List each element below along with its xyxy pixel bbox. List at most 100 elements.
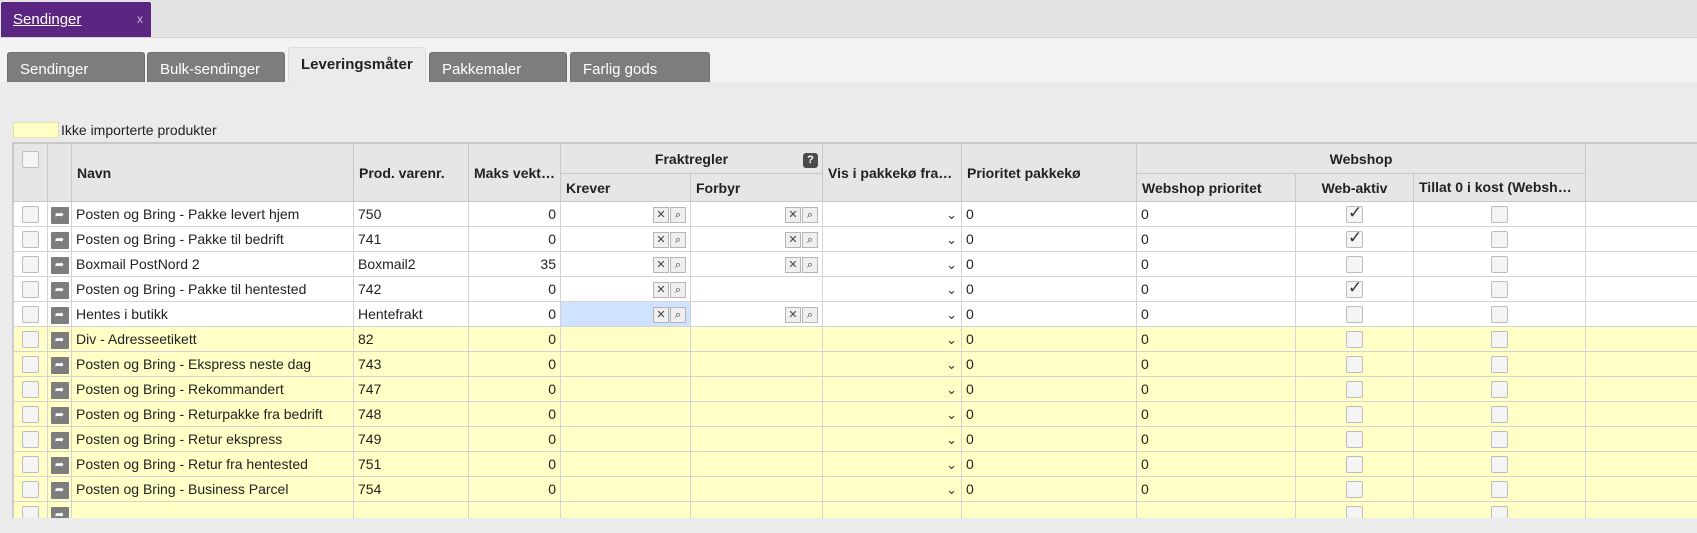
cell-prod-varenr[interactable]: 747 <box>353 376 469 402</box>
cell-navn[interactable]: Posten og Bring - Pakke til bedrift <box>71 226 354 252</box>
tab-bulk-sendinger[interactable]: Bulk-sendinger <box>147 52 285 82</box>
table-row[interactable]: ➦ <box>13 501 1697 518</box>
cell-prioritet-pakkeko[interactable]: 0 <box>961 276 1137 302</box>
cell-webshop-prioritet[interactable]: 0 <box>1136 476 1296 502</box>
cell-prioritet-pakkeko[interactable] <box>961 501 1137 518</box>
row-checkbox[interactable] <box>22 505 39 518</box>
cell-prioritet-pakkeko[interactable]: 0 <box>961 226 1137 252</box>
row-checkbox[interactable] <box>22 430 39 448</box>
cell-krever[interactable] <box>560 426 691 452</box>
table-row[interactable]: ➦ Posten og Bring - Returpakke fra bedrif… <box>13 401 1697 427</box>
clear-icon[interactable]: ✕ <box>785 307 801 324</box>
cell-forbyr[interactable]: ✕ ⌕ <box>690 201 823 227</box>
cell-prioritet-pakkeko[interactable]: 0 <box>961 251 1137 277</box>
cell-vis-i-pakkeko[interactable]: ⌄ <box>822 301 962 327</box>
search-icon[interactable]: ⌕ <box>670 282 686 299</box>
row-checkbox[interactable] <box>22 305 39 323</box>
chevron-down-icon[interactable]: ⌄ <box>946 207 957 223</box>
web-aktiv-checkbox[interactable] <box>1346 480 1363 498</box>
row-action-icon[interactable]: ➦ <box>50 231 69 249</box>
cell-navn[interactable]: Posten og Bring - Pakke levert hjem <box>71 201 354 227</box>
cell-prioritet-pakkeko[interactable]: 0 <box>961 376 1137 402</box>
col-forbyr[interactable]: Forbyr <box>690 173 823 202</box>
cell-navn[interactable]: Div - Adresseetikett <box>71 326 354 352</box>
clear-icon[interactable]: ✕ <box>653 232 669 249</box>
row-action-icon[interactable]: ➦ <box>50 331 69 349</box>
col-prioritet-pakkeko[interactable]: Prioritet pakkekø <box>961 143 1137 202</box>
cell-forbyr[interactable] <box>690 276 823 302</box>
web-aktiv-checkbox[interactable] <box>1346 330 1363 348</box>
cell-prioritet-pakkeko[interactable]: 0 <box>961 351 1137 377</box>
cell-webshop-prioritet[interactable]: 0 <box>1136 276 1296 302</box>
cell-navn[interactable]: Posten og Bring - Retur fra hentested <box>71 451 354 477</box>
row-action-icon[interactable]: ➦ <box>50 381 69 399</box>
row-checkbox[interactable] <box>22 480 39 498</box>
clear-icon[interactable]: ✕ <box>785 257 801 274</box>
clear-icon[interactable]: ✕ <box>653 257 669 274</box>
cell-vis-i-pakkeko[interactable] <box>822 501 962 518</box>
web-aktiv-checkbox[interactable] <box>1346 455 1363 473</box>
search-icon[interactable]: ⌕ <box>670 307 686 324</box>
cell-krever[interactable]: ✕ ⌕ <box>560 201 691 227</box>
table-row[interactable]: ➦ Posten og Bring - Pakke til hentested 74… <box>13 276 1697 302</box>
chevron-down-icon[interactable]: ⌄ <box>946 282 957 298</box>
cell-forbyr[interactable]: ✕ ⌕ <box>690 301 823 327</box>
search-icon[interactable]: ⌕ <box>670 207 686 224</box>
cell-navn[interactable]: Boxmail PostNord 2 <box>71 251 354 277</box>
table-row[interactable]: ➦ Posten og Bring - Business Parcel 754 0 ⌄ 0… <box>13 476 1697 502</box>
web-aktiv-checkbox[interactable] <box>1346 355 1363 373</box>
row-action-icon[interactable]: ➦ <box>50 406 69 424</box>
table-row[interactable]: ➦ Boxmail PostNord 2 Boxmail2 35 ✕ ⌕ ✕ ⌕ ⌄ 0 0 <box>13 251 1697 277</box>
cell-maks-vekt[interactable]: 0 <box>468 201 561 227</box>
close-icon[interactable]: x <box>137 12 143 26</box>
cell-maks-vekt[interactable]: 35 <box>468 251 561 277</box>
cell-vis-i-pakkeko[interactable]: ⌄ <box>822 476 962 502</box>
col-maks-vekt[interactable]: Maks vekt (… <box>468 143 561 202</box>
cell-prioritet-pakkeko[interactable]: 0 <box>961 201 1137 227</box>
row-action-icon[interactable]: ➦ <box>50 206 69 224</box>
tillat-0-checkbox[interactable] <box>1491 455 1508 473</box>
cell-webshop-prioritet[interactable]: 0 <box>1136 401 1296 427</box>
cell-navn[interactable]: Posten og Bring - Retur ekspress <box>71 426 354 452</box>
row-action-icon[interactable]: ➦ <box>50 356 69 374</box>
cell-prioritet-pakkeko[interactable]: 0 <box>961 451 1137 477</box>
cell-prod-varenr[interactable]: Hentefrakt <box>353 301 469 327</box>
cell-prod-varenr[interactable]: 741 <box>353 226 469 252</box>
cell-krever[interactable] <box>560 376 691 402</box>
tab-farlig-gods[interactable]: Farlig gods <box>570 52 710 82</box>
row-checkbox[interactable] <box>22 455 39 473</box>
chevron-down-icon[interactable]: ⌄ <box>946 257 957 273</box>
select-all-checkbox[interactable] <box>22 150 39 168</box>
table-row[interactable]: ➦ Hentes i butikk Hentefrakt 0 ✕ ⌕ ✕ ⌕ ⌄ 0 0 <box>13 301 1697 327</box>
web-aktiv-checkbox[interactable] <box>1346 380 1363 398</box>
cell-krever[interactable] <box>560 451 691 477</box>
cell-forbyr[interactable] <box>690 501 823 518</box>
tab-pakkemaler[interactable]: Pakkemaler <box>429 52 567 82</box>
cell-vis-i-pakkeko[interactable]: ⌄ <box>822 401 962 427</box>
cell-krever[interactable] <box>560 476 691 502</box>
web-aktiv-checkbox[interactable] <box>1346 203 1363 223</box>
col-webshop-prioritet[interactable]: Webshop prioritet <box>1136 173 1296 202</box>
cell-webshop-prioritet[interactable]: 0 <box>1136 351 1296 377</box>
web-aktiv-checkbox[interactable] <box>1346 405 1363 423</box>
cell-maks-vekt[interactable]: 0 <box>468 476 561 502</box>
web-aktiv-checkbox[interactable] <box>1346 255 1363 273</box>
table-row[interactable]: ➦ Posten og Bring - Ekspress neste dag 743… <box>13 351 1697 377</box>
tillat-0-checkbox[interactable] <box>1491 380 1508 398</box>
row-checkbox[interactable] <box>22 230 39 248</box>
cell-forbyr[interactable]: ✕ ⌕ <box>690 251 823 277</box>
col-prod-varenr[interactable]: Prod. varenr. <box>353 143 469 202</box>
chevron-down-icon[interactable]: ⌄ <box>946 382 957 398</box>
cell-prioritet-pakkeko[interactable]: 0 <box>961 426 1137 452</box>
cell-navn[interactable] <box>71 501 354 518</box>
cell-navn[interactable]: Posten og Bring - Ekspress neste dag <box>71 351 354 377</box>
cell-vis-i-pakkeko[interactable]: ⌄ <box>822 351 962 377</box>
web-aktiv-checkbox[interactable] <box>1346 505 1363 518</box>
cell-prod-varenr[interactable]: Boxmail2 <box>353 251 469 277</box>
cell-vis-i-pakkeko[interactable]: ⌄ <box>822 251 962 277</box>
table-row[interactable]: ➦ Posten og Bring - Rekommandert 747 0 ⌄ 0 0 <box>13 376 1697 402</box>
search-icon[interactable]: ⌕ <box>670 232 686 249</box>
web-aktiv-checkbox[interactable] <box>1346 228 1363 248</box>
tillat-0-checkbox[interactable] <box>1491 480 1508 498</box>
cell-maks-vekt[interactable]: 0 <box>468 451 561 477</box>
